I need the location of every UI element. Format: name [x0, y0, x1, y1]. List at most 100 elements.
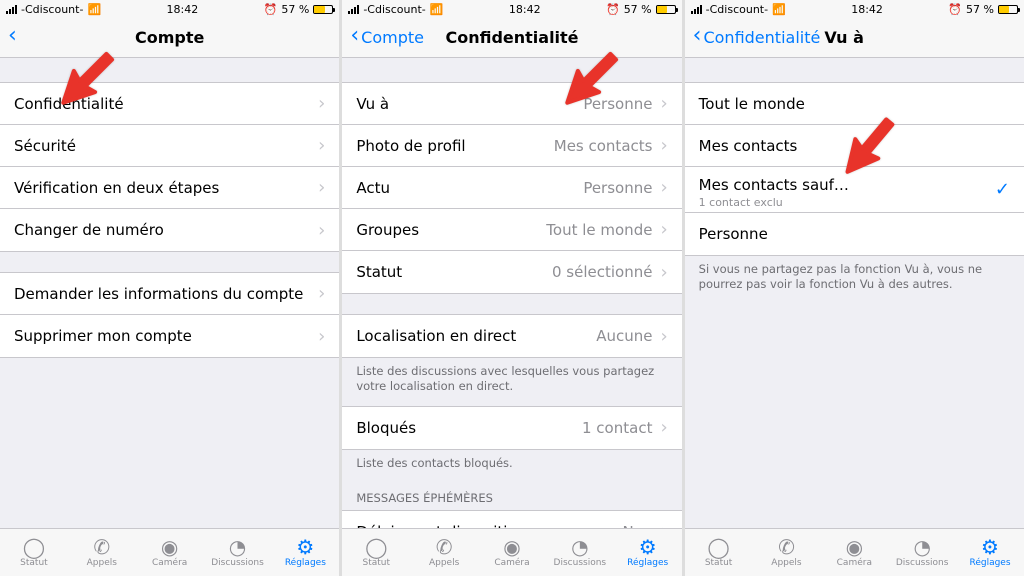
option-label: Tout le monde [699, 95, 1010, 113]
tab-statut[interactable]: ◯Statut [0, 529, 68, 576]
option-mes-contacts-sauf[interactable]: Mes contacts sauf… 1 contact exclu ✓ [685, 167, 1024, 213]
gear-icon: ⚙ [639, 537, 657, 557]
chevron-right-icon: › [660, 521, 667, 528]
row-changer-numero[interactable]: Changer de numéro› [0, 209, 339, 251]
status-right: ⏰ 57 % [948, 3, 1018, 16]
tab-label: Réglages [285, 558, 326, 568]
tab-bar: ◯Statut ✆Appels ◉Caméra ◔Discussions ⚙Ré… [0, 528, 339, 576]
option-mes-contacts[interactable]: Mes contacts [685, 125, 1024, 167]
back-button[interactable]: ‹Confidentialité [693, 28, 821, 47]
chevron-right-icon: › [660, 262, 667, 283]
row-value: Non [623, 523, 653, 528]
tab-discussions[interactable]: ◔Discussions [888, 529, 956, 576]
signal-icon [6, 5, 17, 14]
tab-bar: ◯Statut ✆Appels ◉Caméra ◔Discussions ⚙Ré… [685, 528, 1024, 576]
tab-reglages[interactable]: ⚙Réglages [614, 529, 682, 576]
chevron-left-icon: ‹ [693, 25, 702, 47]
row-bloques[interactable]: Bloqués1 contact› [342, 407, 681, 449]
back-button[interactable]: ‹Compte [350, 28, 424, 47]
content: Vu àPersonne› Photo de profilMes contact… [342, 58, 681, 528]
status-right: ⏰ 57 % [606, 3, 676, 16]
tab-camera[interactable]: ◉Caméra [136, 529, 204, 576]
chevron-right-icon: › [318, 326, 325, 347]
content: Tout le monde Mes contacts Mes contacts … [685, 58, 1024, 528]
tab-label: Appels [87, 558, 117, 568]
status-icon: ◯ [365, 537, 387, 557]
row-label: Bloqués [356, 419, 582, 437]
row-supprimer-compte[interactable]: Supprimer mon compte› [0, 315, 339, 357]
alarm-icon: ⏰ [264, 3, 278, 16]
row-label: Confidentialité [14, 95, 314, 113]
row-label: Actu [356, 179, 583, 197]
back-button[interactable]: ‹ [8, 28, 17, 47]
row-statut[interactable]: Statut0 sélectionné› [342, 251, 681, 293]
phone-icon: ✆ [778, 537, 795, 557]
settings-group: Délai avant disparitionNon› [342, 510, 681, 528]
carrier-text: -Cdiscount- [706, 3, 768, 16]
tab-statut[interactable]: ◯Statut [685, 529, 753, 576]
tab-appels[interactable]: ✆Appels [68, 529, 136, 576]
tab-label: Discussions [554, 558, 607, 568]
status-bar: -Cdiscount- 📶 18:42 ⏰ 57 % [342, 0, 681, 18]
chevron-left-icon: ‹ [350, 25, 359, 47]
option-label: Mes contacts [699, 137, 1010, 155]
tab-label: Discussions [211, 558, 264, 568]
tab-reglages[interactable]: ⚙Réglages [956, 529, 1024, 576]
row-label: Groupes [356, 221, 546, 239]
row-verification[interactable]: Vérification en deux étapes› [0, 167, 339, 209]
battery-pct: 57 % [624, 3, 652, 16]
wifi-icon: 📶 [772, 3, 786, 16]
chevron-right-icon: › [318, 93, 325, 114]
row-photo-profil[interactable]: Photo de profilMes contacts› [342, 125, 681, 167]
section-header: MESSAGES ÉPHÉMÈRES [342, 477, 681, 510]
tab-statut[interactable]: ◯Statut [342, 529, 410, 576]
row-vu-a[interactable]: Vu àPersonne› [342, 83, 681, 125]
tab-camera[interactable]: ◉Caméra [820, 529, 888, 576]
settings-group: Bloqués1 contact› [342, 406, 681, 450]
row-value: Mes contacts [554, 137, 653, 155]
row-confidentialite[interactable]: Confidentialité› [0, 83, 339, 125]
row-actu[interactable]: ActuPersonne › [342, 167, 681, 209]
check-icon: ✓ [995, 179, 1010, 200]
option-subtitle: 1 contact exclu [699, 196, 783, 209]
option-personne[interactable]: Personne [685, 213, 1024, 255]
row-localisation[interactable]: Localisation en directAucune› [342, 315, 681, 357]
tab-camera[interactable]: ◉Caméra [478, 529, 546, 576]
tab-reglages[interactable]: ⚙Réglages [271, 529, 339, 576]
chevron-right-icon: › [660, 135, 667, 156]
status-bar: -Cdiscount- 📶 18:42 ⏰ 57 % [685, 0, 1024, 18]
row-value: Personne [583, 179, 652, 197]
row-groupes[interactable]: GroupesTout le monde› [342, 209, 681, 251]
battery-pct: 57 % [281, 3, 309, 16]
chevron-right-icon: › [660, 326, 667, 347]
row-demander-infos[interactable]: Demander les informations du compte› [0, 273, 339, 315]
tab-label: Discussions [896, 558, 949, 568]
chevron-right-icon: › [660, 177, 667, 198]
row-delai-disparition[interactable]: Délai avant disparitionNon› [342, 511, 681, 528]
camera-icon: ◉ [161, 537, 178, 557]
row-label: Vérification en deux étapes [14, 179, 314, 197]
settings-group: Vu àPersonne› Photo de profilMes contact… [342, 82, 681, 294]
clock: 18:42 [509, 3, 541, 16]
page-title: Compte [0, 28, 339, 47]
tab-appels[interactable]: ✆Appels [410, 529, 478, 576]
battery-icon [313, 5, 333, 14]
screen-vu-a: -Cdiscount- 📶 18:42 ⏰ 57 % ‹Confidential… [685, 0, 1024, 576]
row-securite[interactable]: Sécurité› [0, 125, 339, 167]
tab-discussions[interactable]: ◔Discussions [546, 529, 614, 576]
alarm-icon: ⏰ [606, 3, 620, 16]
group-footer: Liste des discussions avec lesquelles vo… [342, 358, 681, 400]
option-tout-le-monde[interactable]: Tout le monde [685, 83, 1024, 125]
carrier-text: -Cdiscount- [363, 3, 425, 16]
row-label: Changer de numéro [14, 221, 314, 239]
tab-discussions[interactable]: ◔Discussions [204, 529, 272, 576]
chevron-right-icon: › [660, 93, 667, 114]
camera-icon: ◉ [503, 537, 520, 557]
info-footer: Si vous ne partagez pas la fonction Vu à… [685, 256, 1024, 298]
tab-appels[interactable]: ✆Appels [753, 529, 821, 576]
chat-icon: ◔ [571, 537, 588, 557]
tab-label: Appels [771, 558, 801, 568]
row-value: 1 contact [582, 419, 652, 437]
camera-icon: ◉ [846, 537, 863, 557]
tab-label: Statut [362, 558, 390, 568]
